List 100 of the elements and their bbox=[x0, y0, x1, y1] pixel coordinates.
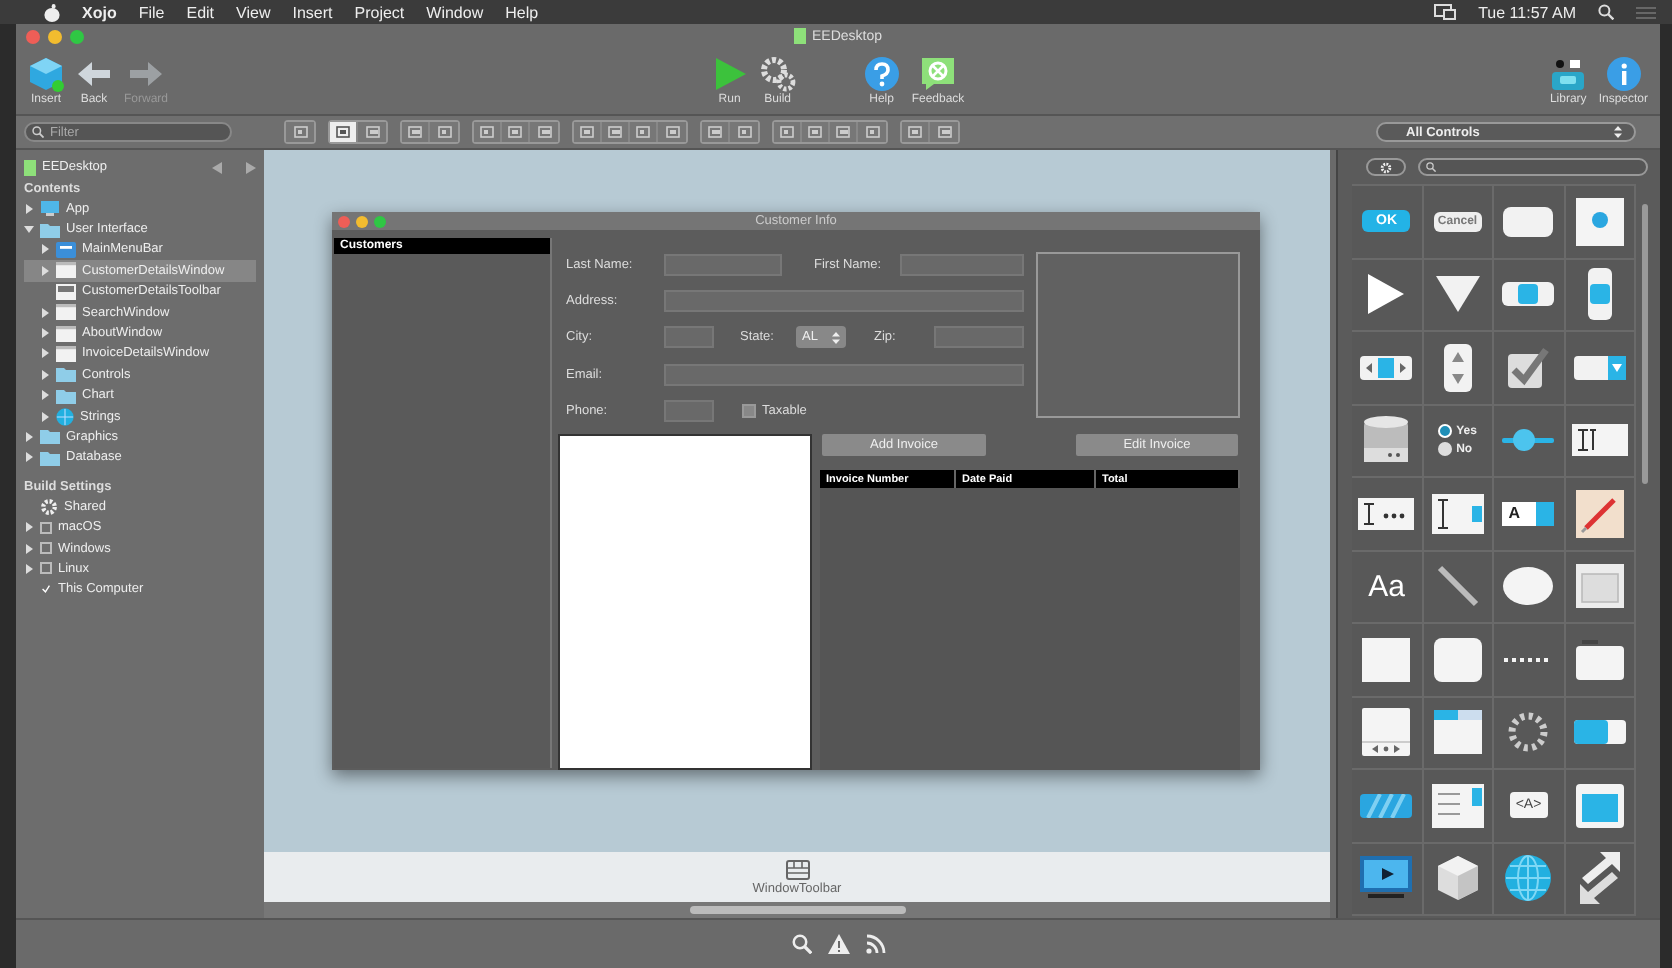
tool-icon bbox=[336, 126, 350, 138]
cube-icon bbox=[28, 56, 64, 92]
library-item[interactable] bbox=[1494, 332, 1565, 405]
checkbox[interactable] bbox=[40, 542, 52, 555]
checkbox[interactable] bbox=[40, 562, 52, 575]
tool-icon bbox=[293, 126, 307, 138]
search-icon bbox=[791, 934, 811, 954]
library-item[interactable] bbox=[1352, 259, 1423, 332]
search-icon bbox=[1598, 4, 1614, 20]
app-icon bbox=[40, 200, 60, 217]
layout-tool-button[interactable] bbox=[286, 122, 314, 142]
layout-tool-button[interactable] bbox=[430, 122, 458, 142]
combo-box-sample: A bbox=[1502, 501, 1555, 526]
library-item[interactable] bbox=[1494, 551, 1565, 624]
forward-arrow-icon bbox=[246, 161, 256, 173]
window-icon bbox=[56, 262, 76, 279]
layout-tool-button[interactable] bbox=[630, 122, 658, 142]
layout-tool-button[interactable] bbox=[930, 122, 958, 142]
zoom-button[interactable] bbox=[70, 29, 84, 43]
library-item[interactable]: A bbox=[1494, 478, 1565, 551]
library-item[interactable] bbox=[1565, 551, 1636, 624]
library-item[interactable] bbox=[1423, 770, 1494, 843]
layout-tool-button[interactable] bbox=[658, 122, 686, 142]
library-item[interactable] bbox=[1494, 259, 1565, 332]
menu-item[interactable]: Project bbox=[354, 3, 405, 21]
minimize-button[interactable] bbox=[48, 29, 62, 43]
menu-item[interactable]: Xojo bbox=[82, 3, 117, 21]
rounded-rect-icon bbox=[1502, 205, 1555, 238]
library-item[interactable]: Aa bbox=[1352, 551, 1423, 624]
library-item[interactable] bbox=[1352, 624, 1423, 697]
layout-tool-button[interactable] bbox=[774, 122, 802, 142]
library-item[interactable] bbox=[1565, 843, 1636, 916]
layout-tool-button[interactable] bbox=[574, 122, 602, 142]
scrollbar-thumb[interactable] bbox=[1641, 204, 1647, 484]
input-field[interactable] bbox=[664, 400, 714, 422]
checkbox[interactable] bbox=[40, 521, 52, 534]
layout-tool-button[interactable] bbox=[474, 122, 502, 142]
layout-tool-button[interactable] bbox=[802, 122, 830, 142]
slider-icon bbox=[1502, 428, 1555, 453]
container-icon bbox=[1575, 783, 1624, 828]
layout-tool-button[interactable] bbox=[858, 122, 886, 142]
input-field[interactable] bbox=[664, 364, 1024, 386]
library-item[interactable] bbox=[1565, 332, 1636, 405]
rounded-rect-icon bbox=[1433, 637, 1482, 682]
menu-item[interactable]: View bbox=[236, 3, 271, 21]
toolbar-icon bbox=[785, 859, 809, 879]
oval-icon bbox=[1502, 566, 1555, 607]
tool-icon bbox=[636, 126, 650, 138]
library-item[interactable] bbox=[1423, 697, 1494, 770]
library-item[interactable] bbox=[1352, 697, 1423, 770]
input-field[interactable] bbox=[664, 290, 1024, 312]
library-item[interactable] bbox=[1423, 332, 1494, 405]
list-box[interactable] bbox=[558, 434, 812, 770]
expand-triangle-icon bbox=[24, 203, 34, 214]
library-item[interactable] bbox=[1565, 259, 1636, 332]
layout-tool-button[interactable] bbox=[530, 122, 558, 142]
layout-tool-button[interactable] bbox=[330, 122, 358, 142]
library-item[interactable] bbox=[1565, 186, 1636, 259]
tool-icon bbox=[608, 126, 622, 138]
layout-tool-button[interactable] bbox=[358, 122, 386, 142]
gear-menu-button[interactable] bbox=[1366, 158, 1406, 176]
library-item[interactable] bbox=[1565, 697, 1636, 770]
menu-item[interactable]: Insert bbox=[292, 3, 333, 21]
library-item[interactable] bbox=[1423, 259, 1494, 332]
library-item[interactable] bbox=[1423, 843, 1494, 916]
input-field[interactable] bbox=[934, 326, 1024, 348]
library-item[interactable] bbox=[1423, 624, 1494, 697]
input-field[interactable] bbox=[664, 254, 782, 276]
menu-item[interactable]: Help bbox=[505, 3, 539, 21]
library-item[interactable] bbox=[1423, 478, 1494, 551]
input-field[interactable] bbox=[664, 326, 714, 348]
tool-icon bbox=[365, 126, 379, 138]
library-item[interactable] bbox=[1352, 478, 1423, 551]
right-triangle-icon bbox=[1366, 272, 1407, 317]
menu-item[interactable]: Window bbox=[426, 3, 484, 21]
library-item[interactable] bbox=[1352, 332, 1423, 405]
document-icon bbox=[793, 28, 806, 44]
layout-tool-button[interactable] bbox=[902, 122, 930, 142]
group-box-icon bbox=[1575, 639, 1624, 680]
layout-tool-button[interactable] bbox=[830, 122, 858, 142]
layout-tool-button[interactable] bbox=[730, 122, 758, 142]
warning-icon bbox=[827, 934, 849, 954]
layout-tool-button[interactable] bbox=[502, 122, 530, 142]
gear-icon bbox=[40, 497, 58, 516]
library-item[interactable] bbox=[1565, 624, 1636, 697]
library-item[interactable] bbox=[1565, 478, 1636, 551]
menu-item[interactable]: Edit bbox=[186, 3, 215, 21]
input-field[interactable] bbox=[900, 254, 1024, 276]
library-item[interactable] bbox=[1494, 186, 1565, 259]
search-field[interactable] bbox=[1418, 158, 1648, 176]
spinner-icon bbox=[1506, 710, 1551, 755]
scrollbar-thumb[interactable] bbox=[689, 906, 905, 914]
layout-tool-button[interactable] bbox=[402, 122, 430, 142]
menu-item[interactable]: File bbox=[138, 3, 165, 21]
library-item[interactable] bbox=[1352, 843, 1423, 916]
layout-tool-button[interactable] bbox=[702, 122, 730, 142]
library-item[interactable] bbox=[1565, 770, 1636, 843]
library-item[interactable] bbox=[1352, 405, 1423, 478]
library-item[interactable] bbox=[1565, 405, 1636, 478]
layout-tool-button[interactable] bbox=[602, 122, 630, 142]
